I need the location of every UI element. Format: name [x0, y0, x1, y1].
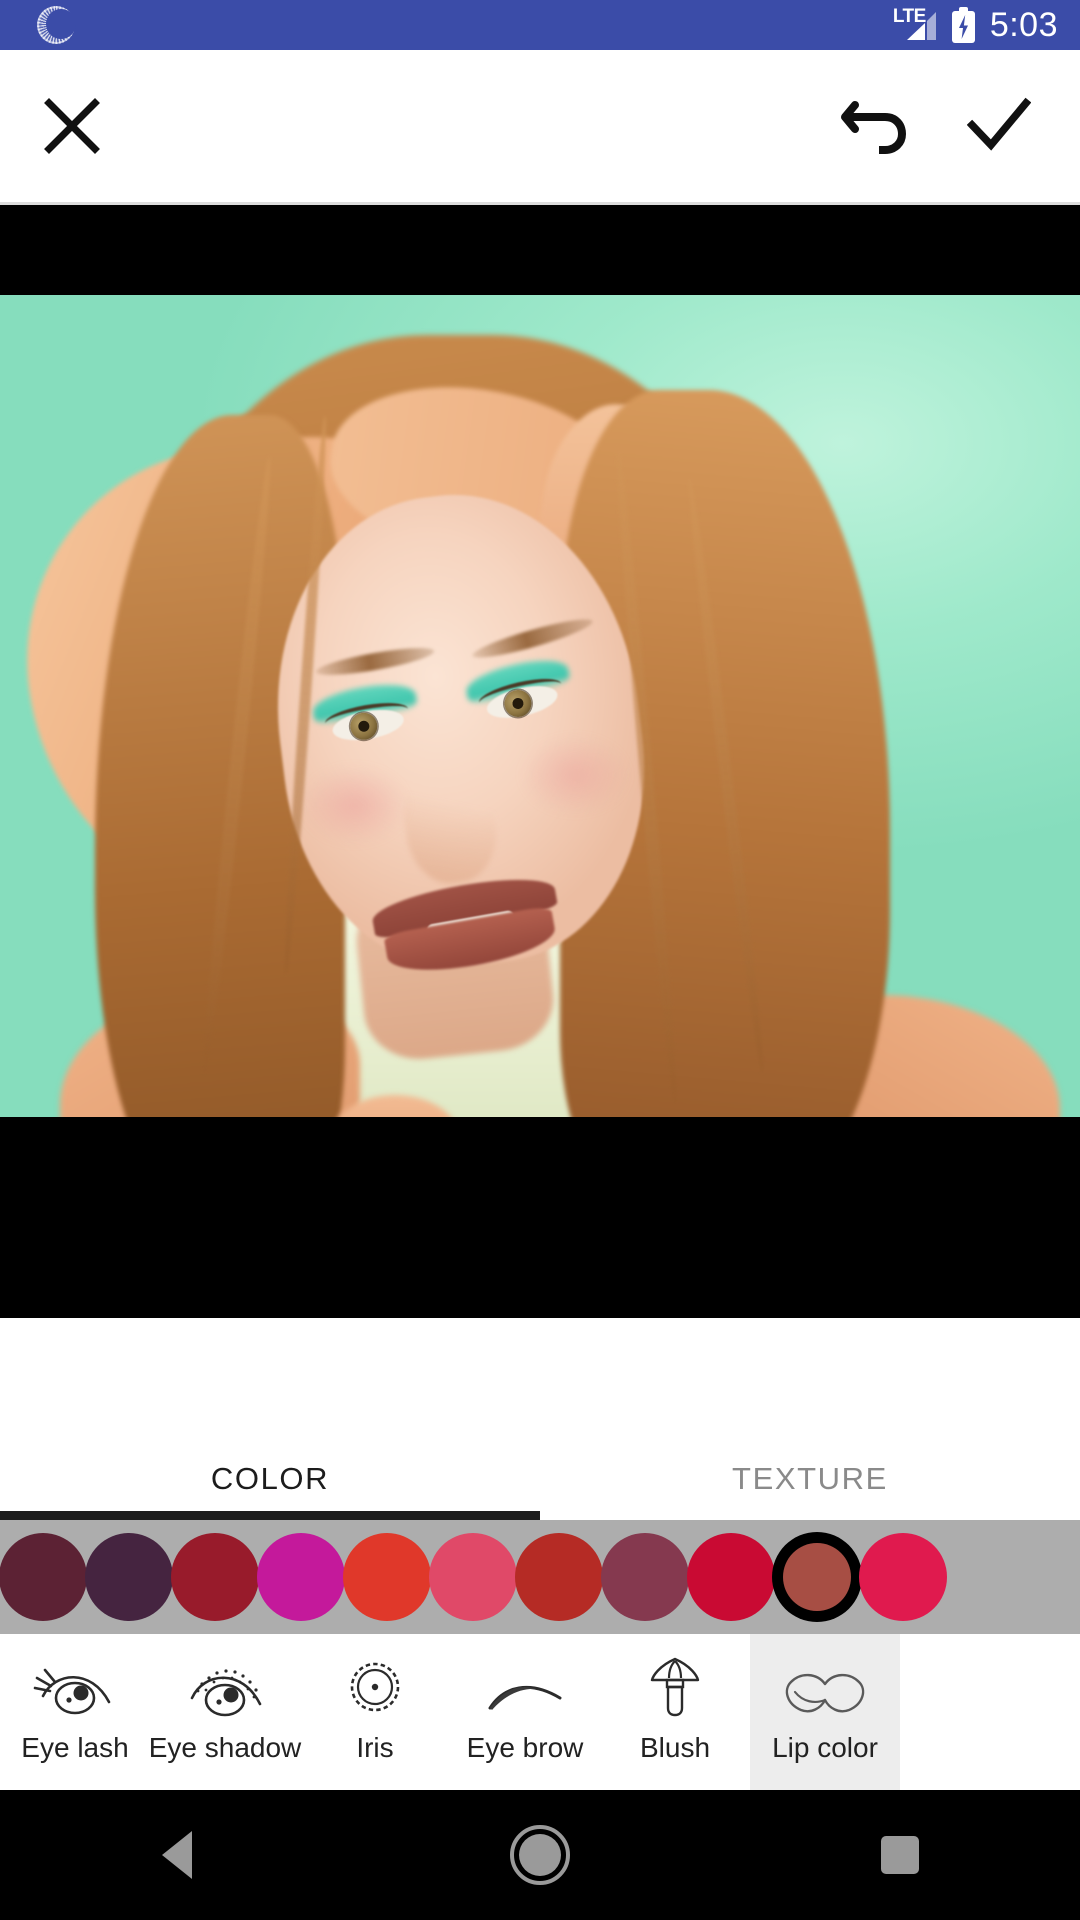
color-swatch-slot[interactable]: [859, 1533, 947, 1621]
tab-active-underline: [0, 1511, 540, 1520]
color-swatch-slot[interactable]: [85, 1533, 173, 1621]
signal-bars-icon: [906, 12, 936, 40]
tool-label: Iris: [356, 1732, 394, 1763]
tool-label: Eye lash: [21, 1732, 129, 1763]
radial-notification-icon: [37, 6, 76, 44]
color-swatch[interactable]: [257, 1533, 345, 1621]
tab-color-label: COLOR: [210, 1461, 330, 1496]
photo-blush-left: [300, 765, 410, 845]
back-triangle-icon: [162, 1831, 192, 1879]
iris-icon: [344, 1660, 406, 1718]
close-icon: [44, 98, 100, 154]
tool-eye-lash[interactable]: Eye lash: [0, 1634, 150, 1790]
makeup-tool-row: Eye lash Eye shadow Iris Eye brow Blush …: [0, 1634, 1080, 1790]
tool-label: Eye brow: [466, 1732, 584, 1763]
color-swatch[interactable]: [687, 1533, 775, 1621]
lte-signal-icon: LTE: [893, 6, 937, 44]
charging-bolt-icon: [958, 15, 968, 39]
check-icon: [967, 97, 1031, 151]
color-swatch-slot[interactable]: [601, 1533, 689, 1621]
color-swatch-slot[interactable]: [343, 1533, 431, 1621]
tool-label: Eye shadow: [148, 1732, 302, 1763]
status-bar-right-cluster: LTE 5:03: [893, 5, 1080, 45]
app-screen: LTE 5:03 COLOR TEXTURE Eye lash Eye shad…: [0, 0, 1080, 1920]
undo-button[interactable]: [836, 87, 914, 165]
color-swatch[interactable]: [85, 1533, 173, 1621]
tab-color[interactable]: COLOR: [0, 1438, 540, 1520]
color-swatch[interactable]: [343, 1533, 431, 1621]
lip-color-icon: [781, 1660, 869, 1718]
tool-label: Lip color: [772, 1732, 878, 1763]
color-swatch-slot[interactable]: [429, 1533, 517, 1621]
edited-portrait-photo[interactable]: [0, 295, 1080, 1117]
tool-blush[interactable]: Blush: [600, 1634, 750, 1790]
tool-iris[interactable]: Iris: [300, 1634, 450, 1790]
recents-square-icon: [881, 1836, 919, 1874]
photo-blush-right: [520, 735, 630, 815]
android-nav-bar: [0, 1790, 1080, 1920]
status-bar: LTE 5:03: [0, 0, 1080, 50]
nav-home-button[interactable]: [480, 1795, 600, 1915]
editor-toolbar: [0, 50, 1080, 205]
tool-eye-shadow[interactable]: Eye shadow: [148, 1634, 302, 1790]
color-swatch-slot[interactable]: [257, 1533, 345, 1621]
tool-label: Blush: [639, 1732, 711, 1763]
confirm-button[interactable]: [960, 87, 1038, 165]
color-swatch[interactable]: [859, 1533, 947, 1621]
nav-recents-button[interactable]: [840, 1795, 960, 1915]
tool-eye-brow[interactable]: Eye brow: [450, 1634, 600, 1790]
home-circle-icon: [510, 1825, 570, 1885]
mode-tabs: COLOR TEXTURE: [0, 1438, 1080, 1520]
status-bar-clock: 5:03: [989, 5, 1058, 44]
photo-canvas[interactable]: [0, 208, 1080, 1318]
color-swatch-slot[interactable]: [0, 1533, 87, 1621]
eye-lash-icon: [33, 1660, 117, 1718]
color-swatch[interactable]: [429, 1533, 517, 1621]
tab-texture[interactable]: TEXTURE: [540, 1438, 1080, 1520]
nav-back-button[interactable]: [120, 1795, 240, 1915]
color-swatch-slot[interactable]: [687, 1533, 775, 1621]
color-swatch[interactable]: [515, 1533, 603, 1621]
undo-icon: [841, 101, 907, 154]
intensity-slider-area: [0, 1318, 1080, 1438]
color-swatch[interactable]: [171, 1533, 259, 1621]
close-button[interactable]: [36, 90, 108, 162]
tool-lip-color[interactable]: Lip color: [750, 1634, 900, 1790]
color-swatch-selected[interactable]: [783, 1543, 851, 1611]
eye-shadow-icon: [180, 1660, 270, 1718]
eye-brow-icon: [482, 1660, 568, 1718]
color-swatch-strip[interactable]: [0, 1520, 1080, 1634]
blush-brush-icon: [649, 1657, 701, 1718]
color-swatch[interactable]: [0, 1533, 87, 1621]
tab-texture-label: TEXTURE: [732, 1461, 888, 1496]
battery-charging-icon: [951, 7, 975, 43]
color-swatch-slot[interactable]: [515, 1533, 603, 1621]
color-swatch[interactable]: [601, 1533, 689, 1621]
color-swatch-slot[interactable]: [171, 1533, 259, 1621]
color-swatch-slot[interactable]: [774, 1543, 860, 1611]
